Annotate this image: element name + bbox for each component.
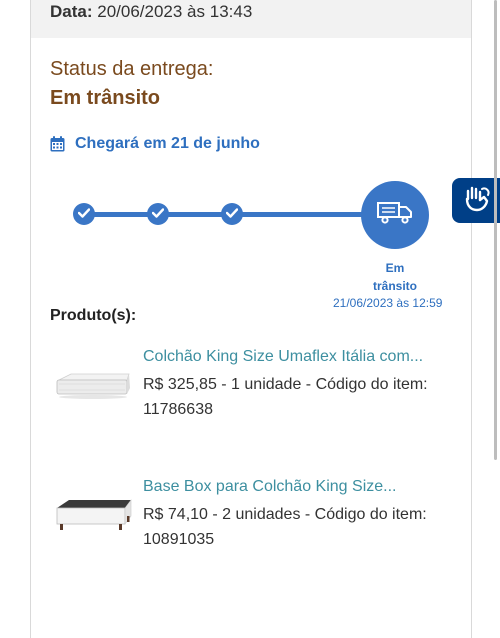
delivery-status-label: Status da entrega: bbox=[50, 58, 214, 80]
tracking-step-3 bbox=[221, 203, 243, 225]
current-step-date: 21/06/2023 às 12:59 bbox=[333, 296, 443, 310]
calendar-icon bbox=[50, 136, 65, 152]
sign-language-icon bbox=[462, 183, 492, 218]
arrival-text: Chegará em 21 de junho bbox=[75, 135, 260, 152]
product-name-link[interactable]: Base Box para Colchão King Size... bbox=[143, 478, 396, 496]
sign-language-button[interactable] bbox=[452, 178, 500, 223]
order-date: Data: 20/06/2023 às 13:43 bbox=[50, 2, 252, 22]
delivery-status-value: Em trânsito bbox=[50, 87, 161, 109]
tracking-step-2 bbox=[147, 203, 169, 225]
product-item: Base Box para Colchão King Size... R$ 74… bbox=[31, 478, 471, 558]
bed-base-image bbox=[53, 496, 133, 536]
product-details: R$ 325,85 - 1 unidade - Código do item: … bbox=[143, 376, 428, 418]
product-name-link[interactable]: Colchão King Size Umaflex Itália com... bbox=[143, 348, 423, 366]
current-step-label-line2: trânsito bbox=[372, 279, 417, 293]
order-date-value: 20/06/2023 às 13:43 bbox=[97, 2, 253, 21]
check-icon bbox=[77, 205, 91, 223]
order-date-bar: Data: 20/06/2023 às 13:43 bbox=[31, 0, 471, 38]
truck-icon bbox=[377, 201, 413, 229]
arrival-estimate: Chegará em 21 de junho bbox=[50, 135, 260, 153]
current-step-label: Em trânsito bbox=[361, 259, 429, 295]
check-icon bbox=[151, 205, 165, 223]
order-card: Data: 20/06/2023 às 13:43 Status da entr… bbox=[30, 0, 472, 638]
current-step-label-line1: Em bbox=[385, 261, 405, 275]
scrollbar[interactable] bbox=[494, 0, 497, 460]
product-item: Colchão King Size Umaflex Itália com... … bbox=[31, 348, 471, 428]
check-icon bbox=[225, 205, 239, 223]
product-details: R$ 74,10 - 2 unidades - Código do item: … bbox=[143, 506, 427, 548]
tracking-step-current bbox=[361, 181, 429, 249]
order-date-label: Data: bbox=[50, 2, 93, 21]
mattress-image bbox=[53, 372, 133, 400]
products-title: Produto(s): bbox=[50, 307, 137, 324]
tracking-step-1 bbox=[73, 203, 95, 225]
